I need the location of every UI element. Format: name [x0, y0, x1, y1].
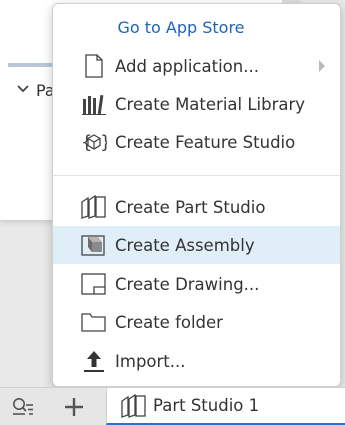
material-library-icon	[81, 91, 107, 117]
menu-item-label: Import...	[115, 351, 186, 371]
menu-item-label: Create Part Studio	[115, 197, 266, 217]
part-studio-icon	[121, 393, 147, 418]
menu-item-create-drawing[interactable]: Create Drawing...	[53, 265, 340, 303]
menu-item-label: Add application...	[115, 56, 259, 76]
menu-item-add-application[interactable]: Add application...	[53, 47, 340, 85]
create-menu: Go to App Store Add application... Creat…	[52, 3, 341, 387]
drawing-icon	[81, 271, 107, 297]
feature-studio-icon: { }	[81, 129, 107, 155]
svg-text:}: }	[100, 132, 107, 153]
tab-label: Part Studio 1	[153, 396, 260, 415]
menu-item-label: Create Feature Studio	[115, 132, 296, 152]
tab-part-studio-1[interactable]: Part Studio 1	[106, 388, 345, 425]
folder-icon	[81, 309, 107, 335]
assembly-icon	[81, 232, 107, 258]
chevron-down-icon[interactable]	[16, 82, 30, 96]
tab-bar: Part Studio 1	[0, 387, 345, 425]
upload-icon	[81, 348, 107, 374]
add-tab-button[interactable]	[63, 396, 85, 418]
menu-item-label: Create Drawing...	[115, 274, 260, 294]
svg-text:{: {	[81, 132, 92, 153]
document-icon	[81, 53, 107, 79]
menu-item-create-part-studio[interactable]: Create Part Studio	[53, 188, 340, 226]
menu-divider	[53, 175, 340, 176]
menu-item-label: Create folder	[115, 312, 223, 332]
menu-item-import[interactable]: Import...	[53, 342, 340, 380]
menu-item-label: Create Material Library	[115, 94, 306, 114]
menu-item-create-folder[interactable]: Create folder	[53, 303, 340, 341]
part-studio-icon	[81, 194, 107, 220]
submenu-arrow-icon	[319, 60, 325, 72]
app-store-link[interactable]: Go to App Store	[53, 18, 309, 37]
tab-filter-icon[interactable]	[12, 397, 34, 417]
menu-item-label: Create Assembly	[115, 235, 255, 255]
menu-item-create-feature-studio[interactable]: { } Create Feature Studio	[53, 123, 340, 161]
menu-item-create-material-library[interactable]: Create Material Library	[53, 85, 340, 123]
menu-item-create-assembly[interactable]: Create Assembly	[53, 226, 340, 264]
